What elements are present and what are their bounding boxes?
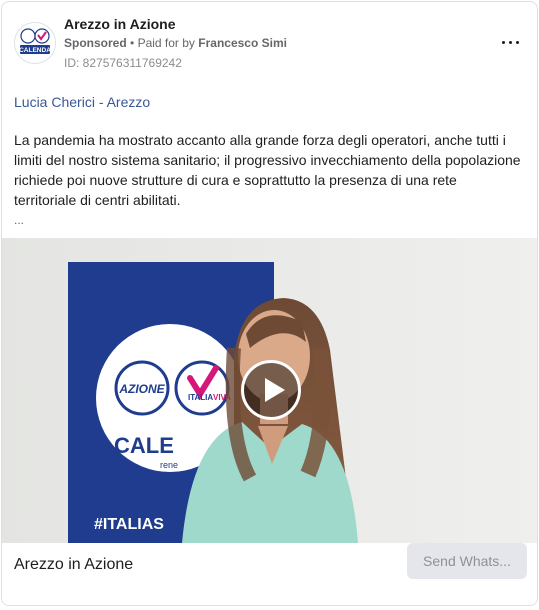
sponsored-line: Sponsored • Paid for by Francesco Simi: [64, 36, 287, 50]
play-icon: [265, 378, 285, 402]
more-options-button[interactable]: [499, 30, 523, 54]
send-whatsapp-button[interactable]: Send Whats...: [407, 543, 527, 579]
separator-dot: •: [130, 36, 138, 50]
page-avatar[interactable]: CALENDA: [14, 22, 56, 64]
banner-hashtag-text: #ITALIAS: [94, 516, 164, 533]
more-dot-icon: [509, 41, 512, 44]
ad-card: CALENDA Arezzo in Azione Sponsored • Pai…: [1, 1, 538, 606]
more-dot-icon: [516, 41, 519, 44]
calenda-logo-icon: CALENDA: [15, 23, 55, 63]
ad-header: CALENDA Arezzo in Azione Sponsored • Pai…: [2, 2, 537, 82]
paid-for-prefix: Paid for by: [137, 36, 195, 50]
paid-for-by-name: Francesco Simi: [198, 36, 287, 50]
banner-azione-text: AZIONE: [118, 382, 165, 396]
footer-page-name[interactable]: Arezzo in Azione: [14, 556, 133, 574]
more-dot-icon: [502, 41, 505, 44]
play-button[interactable]: [241, 360, 301, 420]
avatar-text: CALENDA: [19, 47, 51, 54]
ad-id: ID: 827576311769242: [64, 56, 182, 70]
post-headline: Lucia Cherici - Arezzo: [14, 94, 151, 110]
sponsored-label: Sponsored: [64, 36, 127, 50]
banner-italia-text: ITALIA: [188, 393, 213, 402]
banner-calenda-text: CALE: [114, 433, 174, 458]
video-player[interactable]: AZIONE ITALIA VIVA CALE rene euro #ITALI…: [2, 238, 537, 543]
post-body: Lucia Cherici - Arezzo La pandemia ha mo…: [14, 92, 522, 230]
page-name-link[interactable]: Arezzo in Azione: [64, 16, 176, 32]
post-paragraph: La pandemia ha mostrato accanto alla gra…: [14, 132, 521, 208]
see-more-ellipsis[interactable]: ...: [14, 210, 522, 230]
ad-footer: Arezzo in Azione Send Whats...: [2, 543, 537, 605]
banner-rene-text: rene: [160, 460, 178, 470]
banner-euro-text: euro: [160, 470, 178, 480]
